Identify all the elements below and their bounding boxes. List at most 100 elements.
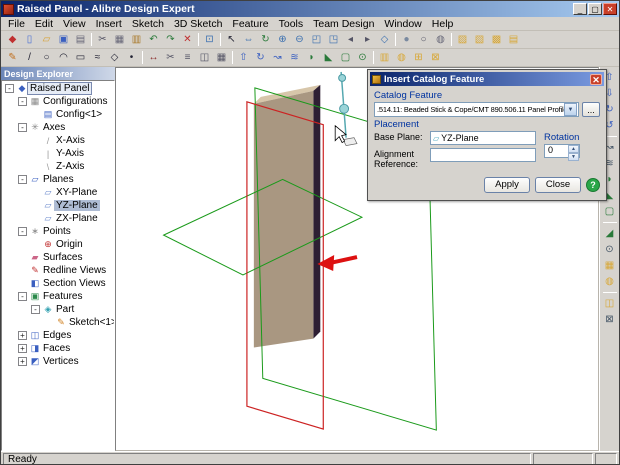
tree-item-configurations[interactable]: - ▦ Configurations [2,95,114,108]
revolve-boss-icon[interactable]: ↻ [252,50,269,66]
tree-expander-icon[interactable]: + [18,331,27,340]
tree-expander-icon[interactable]: - [31,305,40,314]
pan-icon[interactable]: ⇔ [240,32,257,48]
work-axis-icon[interactable]: ▧ [471,32,488,48]
title-bar[interactable]: Raised Panel - Alibre Design Expert _ ▢ … [1,1,619,17]
tree-item-faces[interactable]: + ◨ Faces [2,342,114,355]
pattern-sketch-icon[interactable]: ▦ [213,50,230,66]
menu-team-design[interactable]: Team Design [308,18,379,30]
tree-expander-icon[interactable]: - [18,123,27,132]
select-icon[interactable]: ↖ [223,32,240,48]
tree-item-raised-panel[interactable]: - ◆ Raised Panel [2,82,114,95]
tree-item-xy-plane[interactable]: ▱ XY-Plane [2,186,114,199]
panel-front-face[interactable] [253,90,314,348]
tree-item-x-axis[interactable]: / X-Axis [2,134,114,147]
tree-expander-icon[interactable]: - [18,97,27,106]
save-icon[interactable]: ▣ [55,32,72,48]
minimize-button[interactable]: _ [573,3,587,15]
open-icon[interactable]: ▱ [38,32,55,48]
tree-item-sketch-1-[interactable]: ✎ Sketch<1> [2,316,114,329]
tree-expander-icon[interactable]: + [18,344,27,353]
chamfer-icon[interactable]: ◣ [320,50,337,66]
tree-expander-icon[interactable]: - [18,175,27,184]
copy-icon[interactable]: ▦ [111,32,128,48]
rotation-spinner[interactable]: 0 ▲ ▼ [544,144,580,161]
extrude-boss-icon[interactable]: ⇧ [235,50,252,66]
close-button[interactable]: ✕ [603,3,617,15]
zoom-in-icon[interactable]: ⊕ [274,32,291,48]
tree-expander-icon[interactable]: - [5,84,14,93]
shell-icon[interactable]: ▢ [337,50,354,66]
tree-item-z-axis[interactable]: \ Z-Axis [2,160,114,173]
hole-icon[interactable]: ⊙ [354,50,371,66]
loft-icon[interactable]: ≋ [286,50,303,66]
tree-item-y-axis[interactable]: | Y-Axis [2,147,114,160]
tree-item-vertices[interactable]: + ◩ Vertices [2,355,114,368]
spinner-down-icon[interactable]: ▼ [568,153,579,161]
tree-expander-icon[interactable]: - [18,292,27,301]
catalog-feature-select[interactable]: .514.11: Beaded Stick & Cope/CMT 890.506… [374,102,579,117]
tree-item-edges[interactable]: + ◫ Edges [2,329,114,342]
menu-edit[interactable]: Edit [30,18,58,30]
print-icon[interactable]: ▤ [72,32,89,48]
tree-item-redline-views[interactable]: ✎ Redline Views [2,264,114,277]
tree-expander-icon[interactable]: - [18,227,27,236]
mirror-sketch-icon[interactable]: ◫ [196,50,213,66]
menu-3d-sketch[interactable]: 3D Sketch [169,18,227,30]
tree-item-yz-plane[interactable]: ▱ YZ-Plane [2,199,114,212]
polygon-icon[interactable]: ◇ [106,50,123,66]
maximize-button[interactable]: ▢ [588,3,602,15]
spline-icon[interactable]: ≈ [89,50,106,66]
menu-insert[interactable]: Insert [91,18,127,30]
shell-side-icon[interactable]: ▢ [602,204,618,219]
measure-icon[interactable]: ⊡ [201,32,218,48]
rectangle-icon[interactable]: ▭ [72,50,89,66]
menu-view[interactable]: View [58,18,91,30]
reference-geometry-icon[interactable]: ▤ [505,32,522,48]
linear-pattern-icon[interactable]: ▥ [376,50,393,66]
dialog-close-button[interactable]: ✕ [590,73,602,85]
tree-item-surfaces[interactable]: ▰ Surfaces [2,251,114,264]
status-panel-grip[interactable] [595,453,617,464]
tree-item-planes[interactable]: - ▱ Planes [2,173,114,186]
tree-item-points[interactable]: - ∗ Points [2,225,114,238]
browse-catalog-button[interactable]: ... [582,102,600,117]
menu-tools[interactable]: Tools [274,18,309,30]
spinner-up-icon[interactable]: ▲ [568,145,579,153]
zoom-out-icon[interactable]: ⊖ [291,32,308,48]
tree-item-axes[interactable]: - ✳ Axes [2,121,114,134]
previous-view-icon[interactable]: ◂ [342,32,359,48]
menu-sketch[interactable]: Sketch [127,18,169,30]
line-icon[interactable]: / [21,50,38,66]
menu-feature[interactable]: Feature [227,18,273,30]
new-document-icon[interactable]: ▯ [21,32,38,48]
next-view-icon[interactable]: ▸ [359,32,376,48]
tree-item-part[interactable]: - ◈ Part [2,303,114,316]
hole-side-icon[interactable]: ⊙ [602,242,618,257]
linear-pattern-side-icon[interactable]: ▦ [602,258,618,273]
tree-item-config-1-[interactable]: ▤ Config<1> [2,108,114,121]
manipulator-handle-large[interactable] [339,103,350,114]
manipulator-handle-small[interactable] [338,73,347,82]
paste-icon[interactable]: ▥ [128,32,145,48]
redo-icon[interactable]: ↷ [162,32,179,48]
tree-item-origin[interactable]: ⊕ Origin [2,238,114,251]
alibre-home-icon[interactable]: ◆ [4,32,21,48]
base-plane-field[interactable]: ▱ YZ-Plane [430,131,536,145]
alignment-reference-field[interactable] [430,148,536,162]
boolean-icon[interactable]: ⊠ [427,50,444,66]
fillet-icon[interactable]: ◗ [303,50,320,66]
circular-pattern-side-icon[interactable]: ◍ [602,274,618,289]
trim-icon[interactable]: ✂ [162,50,179,66]
menu-help[interactable]: Help [427,18,459,30]
mirror-side-icon[interactable]: ◫ [602,296,618,311]
mirror-feature-icon[interactable]: ⊞ [410,50,427,66]
circular-pattern-icon[interactable]: ◍ [393,50,410,66]
menu-window[interactable]: Window [379,18,426,30]
offset-icon[interactable]: ≡ [179,50,196,66]
help-button[interactable]: ? [586,177,600,192]
tree-expander-icon[interactable]: + [18,357,27,366]
dimension-icon[interactable]: ↔ [145,50,162,66]
dialog-close-button-2[interactable]: Close [535,176,581,193]
shaded-view-icon[interactable]: ● [398,32,415,48]
